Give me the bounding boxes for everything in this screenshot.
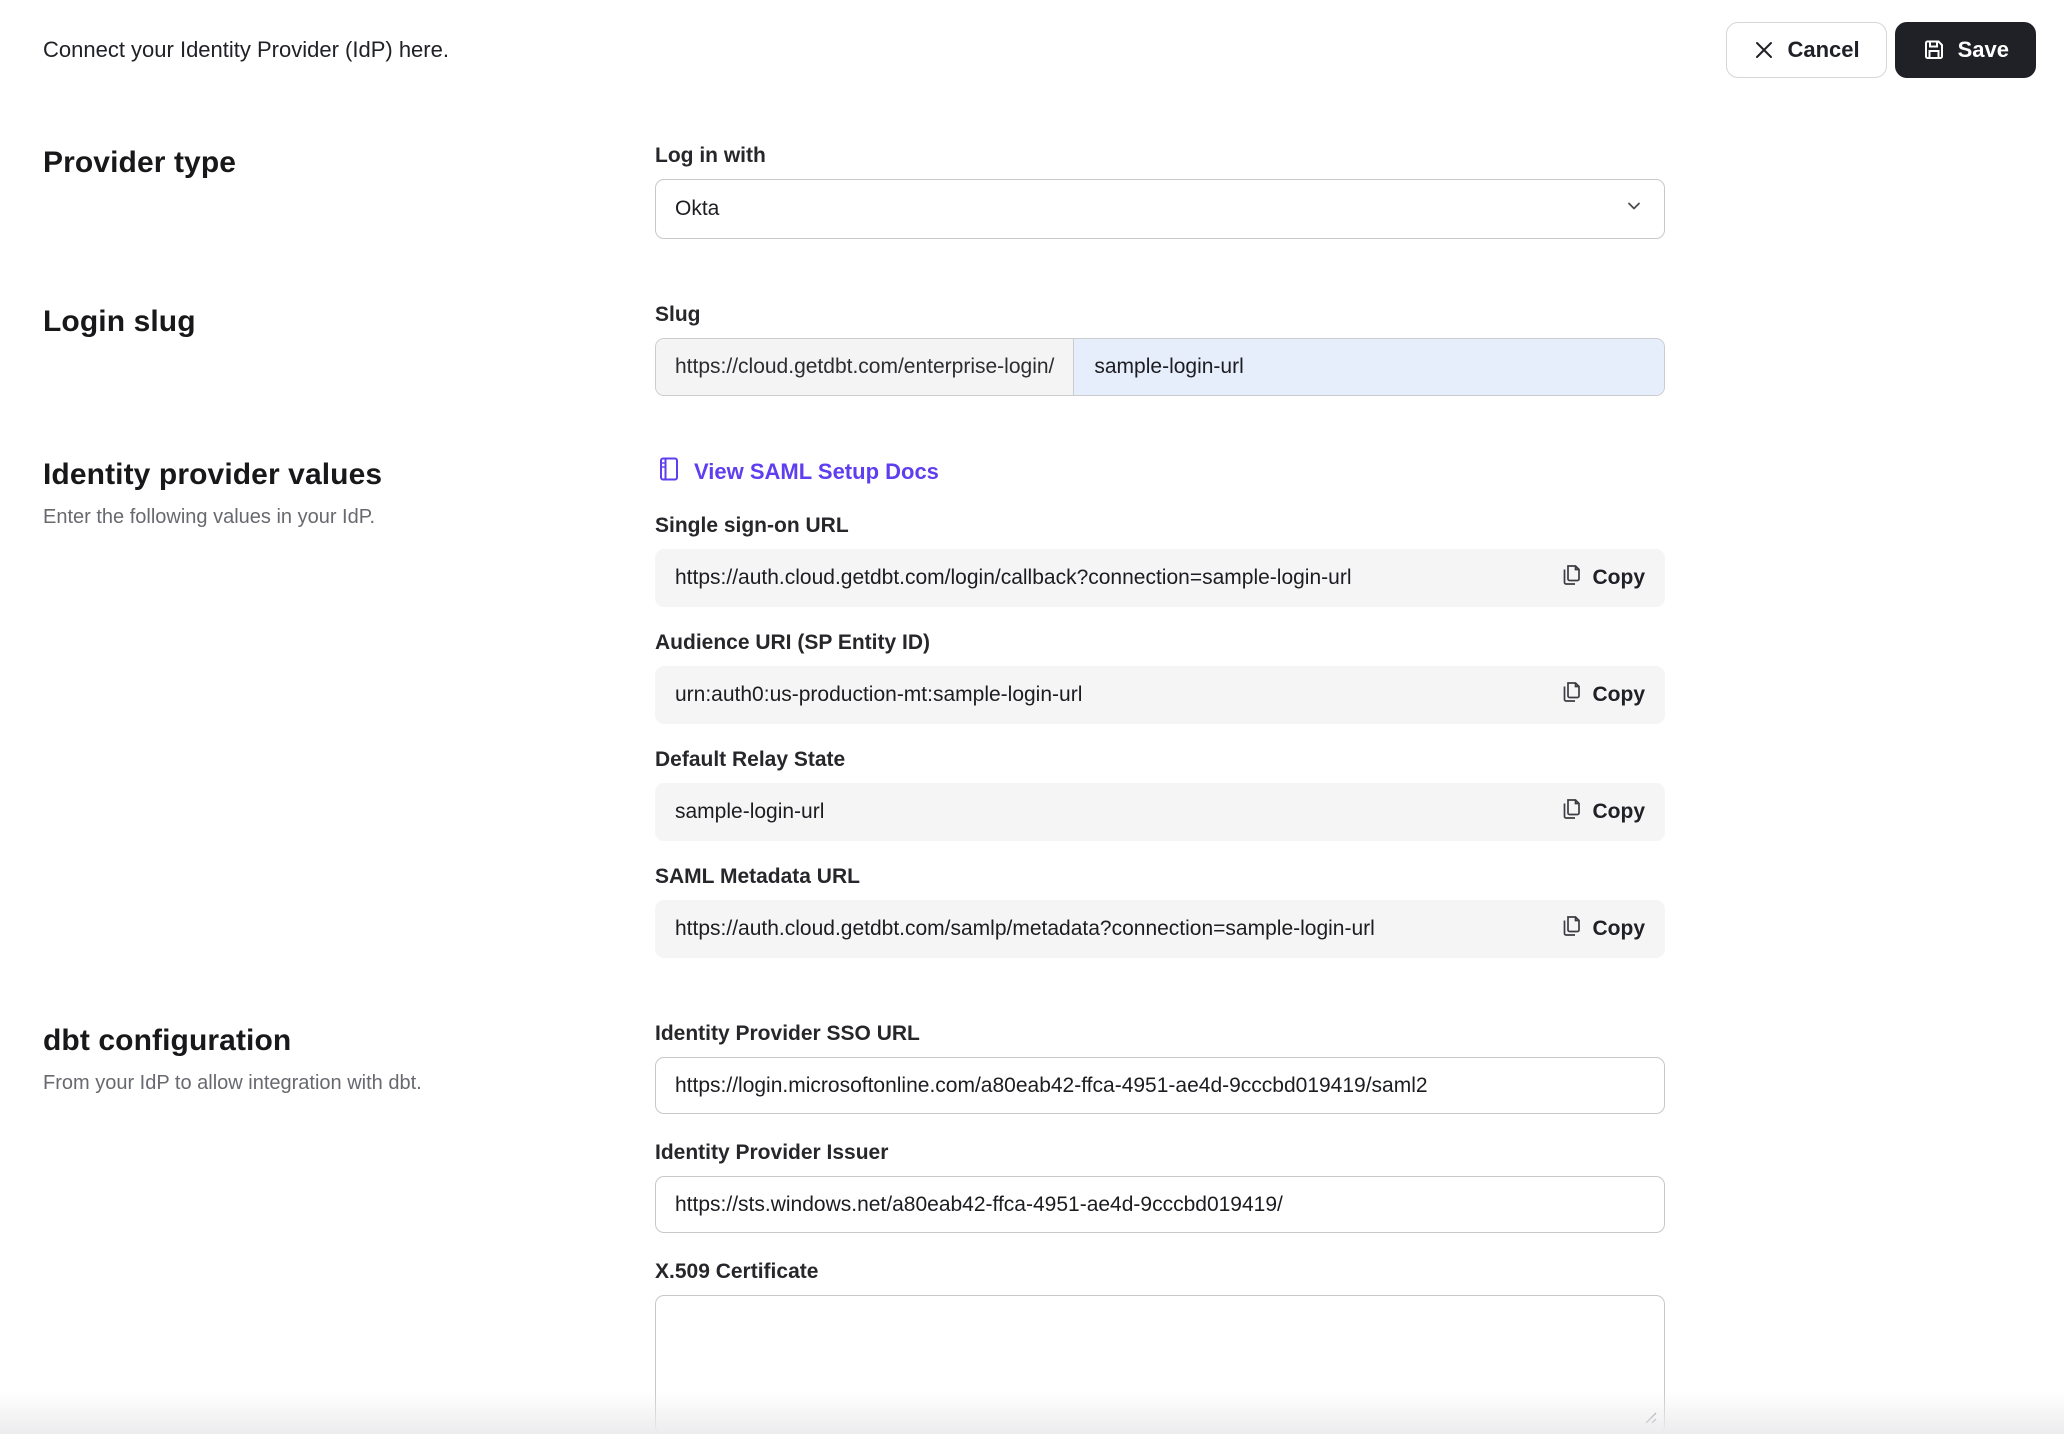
saml-metadata-url-value: https://auth.cloud.getdbt.com/samlp/meta… [675,917,1560,941]
provider-select[interactable]: Okta [655,179,1665,239]
default-relay-state-field-group: Default Relay State sample-login-url Cop… [655,748,1665,841]
login-with-label: Log in with [655,144,1665,168]
audience-uri-value: urn:auth0:us-production-mt:sample-login-… [675,683,1560,707]
slug-url-prefix: https://cloud.getdbt.com/enterprise-logi… [656,339,1074,395]
copy-button[interactable]: Copy [1560,797,1646,827]
provider-type-heading: Provider type [43,146,655,180]
default-relay-state-value: sample-login-url [675,800,1560,824]
page-title: Connect your Identity Provider (IdP) her… [43,37,449,63]
copy-button-label: Copy [1593,800,1646,824]
document-icon [657,456,681,488]
default-relay-state-label: Default Relay State [655,748,1665,772]
copy-icon [1560,563,1582,593]
idp-sso-url-label: Identity Provider SSO URL [655,1022,1665,1046]
resize-handle[interactable] [1644,1411,1658,1430]
cancel-button-label: Cancel [1787,37,1859,63]
copy-icon [1560,680,1582,710]
copy-icon [1560,797,1582,827]
topbar-actions: Cancel Save [1726,22,2036,78]
idp-issuer-input[interactable] [655,1176,1665,1233]
top-bar: Connect your Identity Provider (IdP) her… [0,0,2064,78]
single-sign-on-url-label: Single sign-on URL [655,514,1665,538]
audience-uri-field-group: Audience URI (SP Entity ID) urn:auth0:us… [655,631,1665,724]
copy-button[interactable]: Copy [1560,563,1646,593]
saml-metadata-url-field-group: SAML Metadata URL https://auth.cloud.get… [655,865,1665,958]
idp-issuer-label: Identity Provider Issuer [655,1141,1665,1165]
audience-uri-field: urn:auth0:us-production-mt:sample-login-… [655,666,1665,724]
login-slug-heading: Login slug [43,305,655,339]
section-dbt-configuration: dbt configuration From your IdP to allow… [43,1022,2064,1434]
chevron-down-icon [1624,196,1644,222]
identity-provider-values-heading: Identity provider values [43,458,655,492]
dbt-configuration-subheading: From your IdP to allow integration with … [43,1072,655,1095]
slug-input[interactable] [1074,339,1664,395]
audience-uri-label: Audience URI (SP Entity ID) [655,631,1665,655]
copy-button-label: Copy [1593,917,1646,941]
saml-metadata-url-field: https://auth.cloud.getdbt.com/samlp/meta… [655,900,1665,958]
saml-metadata-url-label: SAML Metadata URL [655,865,1665,889]
copy-button-label: Copy [1593,683,1646,707]
slug-field-group: https://cloud.getdbt.com/enterprise-logi… [655,338,1665,396]
single-sign-on-url-field: https://auth.cloud.getdbt.com/login/call… [655,549,1665,607]
single-sign-on-url-value: https://auth.cloud.getdbt.com/login/call… [675,566,1560,590]
save-icon [1922,38,1946,62]
dbt-configuration-heading: dbt configuration [43,1024,655,1058]
idp-sso-url-input[interactable] [655,1057,1665,1114]
copy-button-label: Copy [1593,566,1646,590]
provider-select-value: Okta [675,197,719,221]
idp-sso-url-group: Identity Provider SSO URL [655,1022,1665,1114]
section-login-slug: Login slug Slug https://cloud.getdbt.com… [43,303,2064,396]
x509-certificate-textarea[interactable] [655,1295,1665,1434]
sso-url-field-group: Single sign-on URL https://auth.cloud.ge… [655,514,1665,607]
slug-label: Slug [655,303,1665,327]
view-saml-setup-docs-label: View SAML Setup Docs [694,459,939,485]
copy-icon [1560,914,1582,944]
copy-button[interactable]: Copy [1560,914,1646,944]
section-identity-provider-values: Identity provider values Enter the follo… [43,456,2064,982]
view-saml-setup-docs-link[interactable]: View SAML Setup Docs [655,456,939,488]
x509-certificate-label: X.509 Certificate [655,1260,1665,1284]
default-relay-state-field: sample-login-url Copy [655,783,1665,841]
close-icon [1753,39,1775,61]
save-button-label: Save [1958,37,2009,63]
cancel-button[interactable]: Cancel [1726,22,1886,78]
save-button[interactable]: Save [1895,22,2036,78]
settings-form: Provider type Log in with Okta Login slu… [0,144,2064,1434]
identity-provider-values-subheading: Enter the following values in your IdP. [43,506,655,529]
idp-issuer-group: Identity Provider Issuer [655,1141,1665,1233]
x509-certificate-group: X.509 Certificate [655,1260,1665,1434]
section-provider-type: Provider type Log in with Okta [43,144,2064,239]
copy-button[interactable]: Copy [1560,680,1646,710]
